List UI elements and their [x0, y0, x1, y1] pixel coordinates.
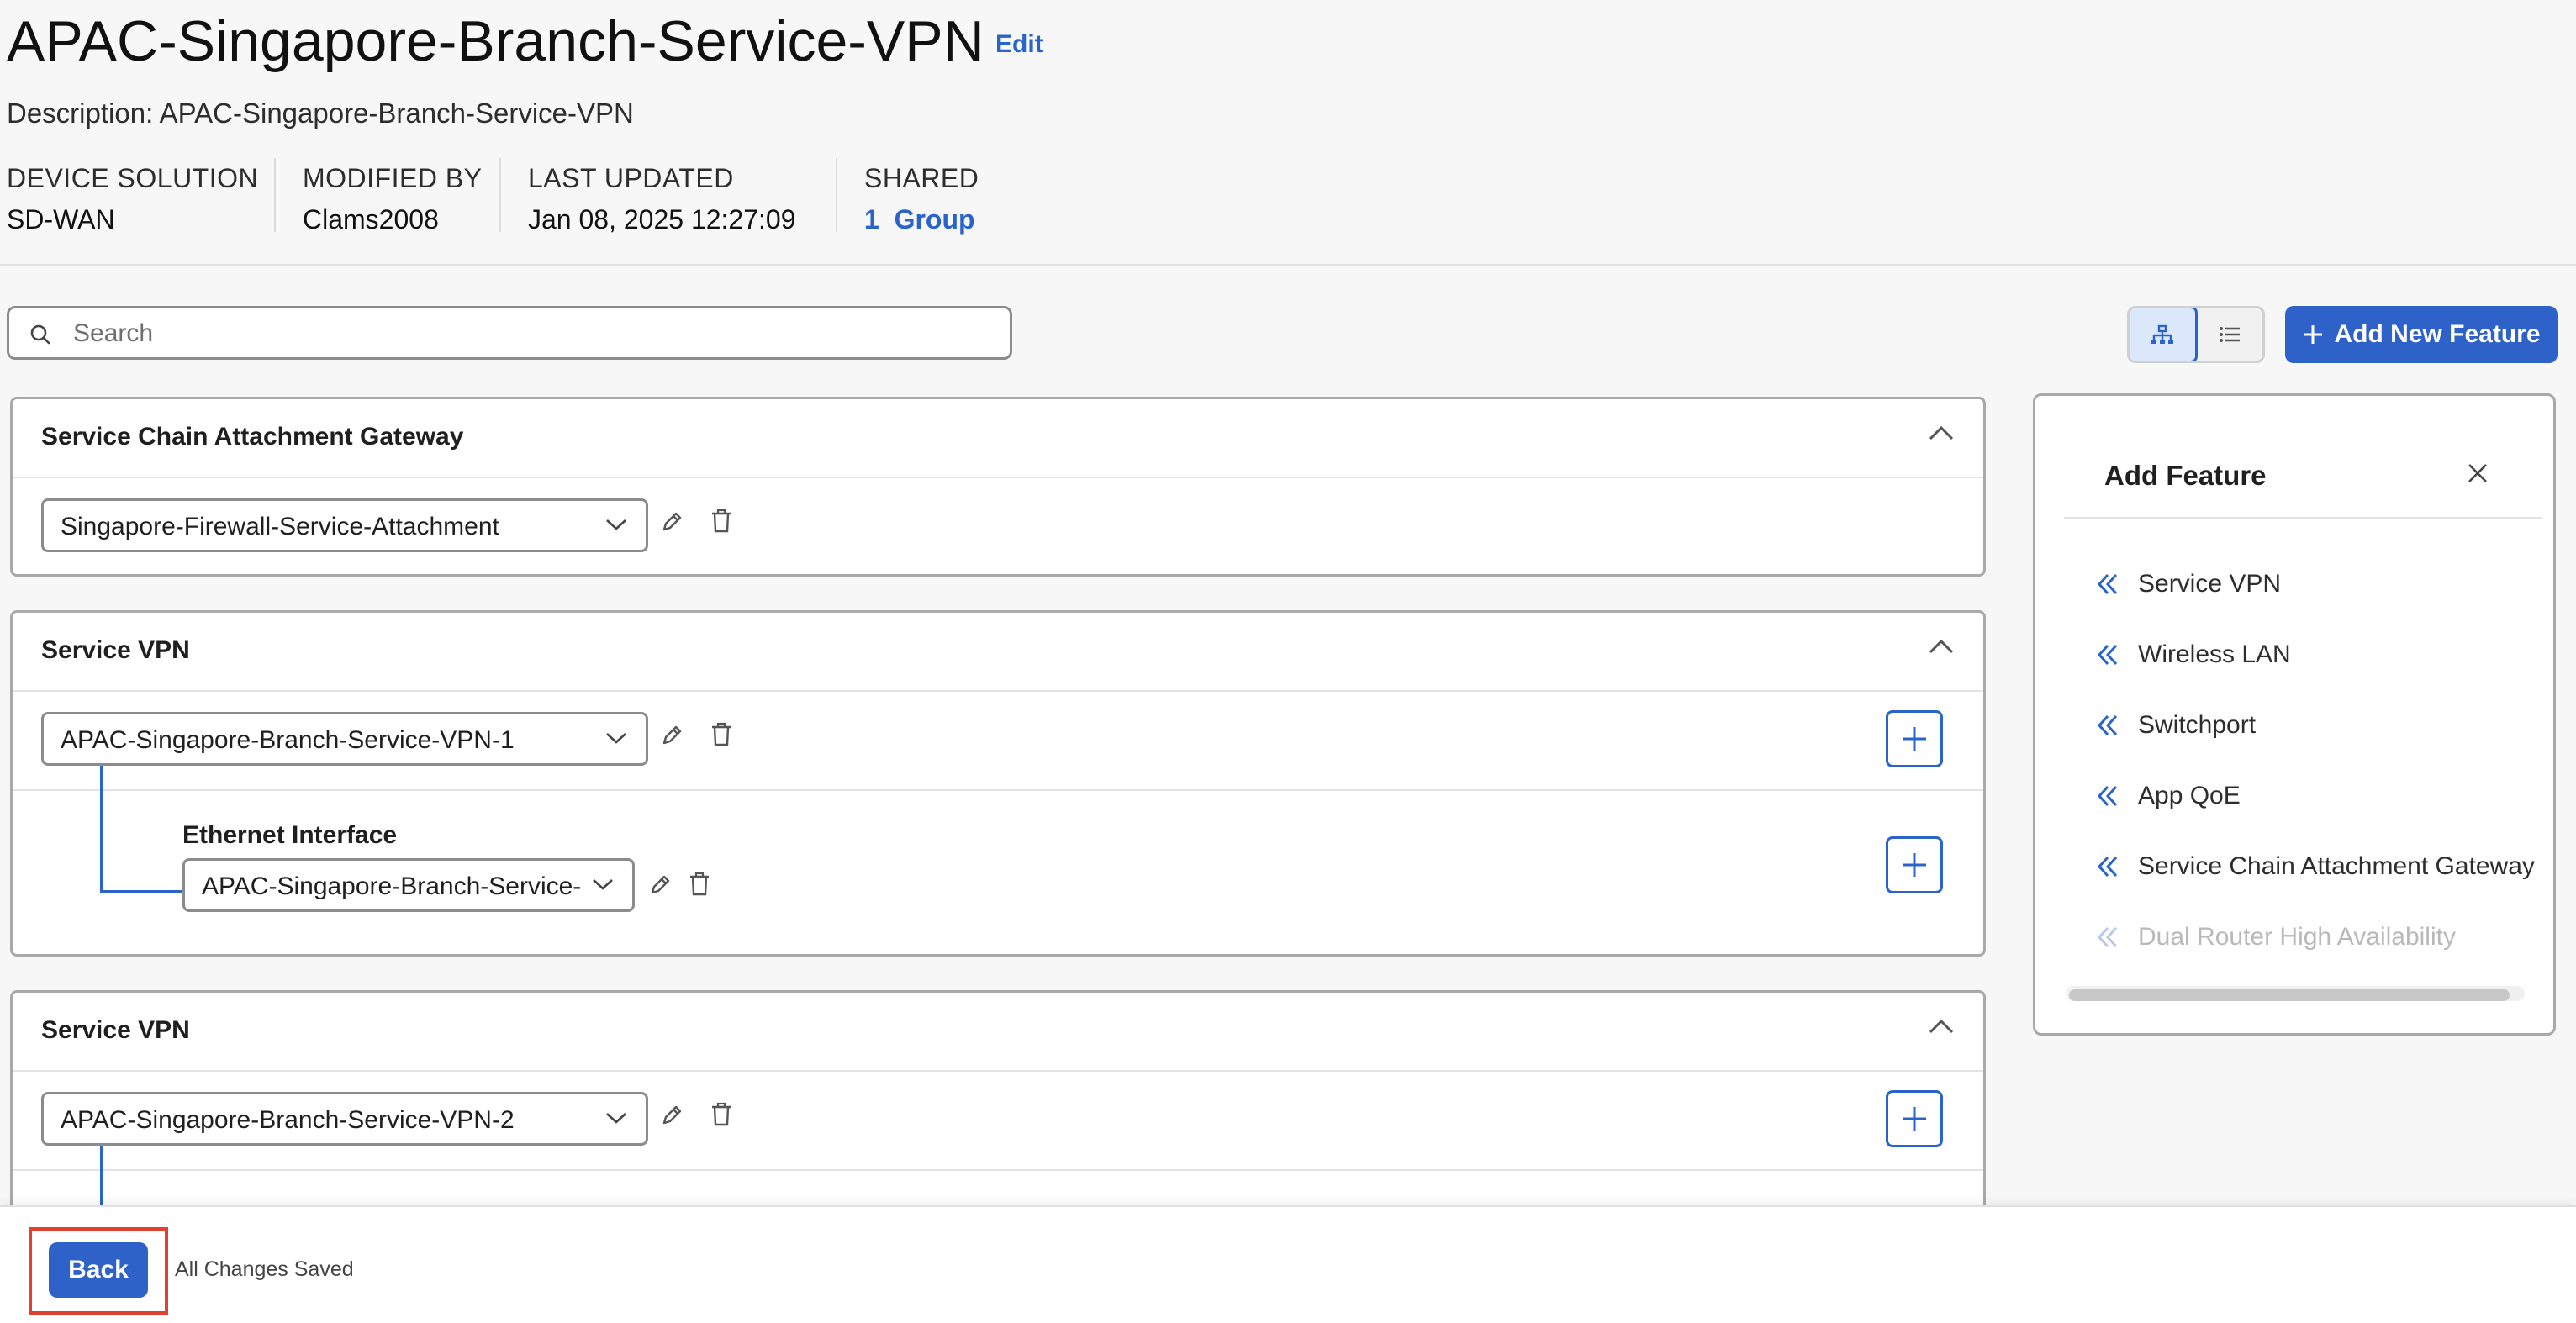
- section-title: Service VPN: [41, 636, 190, 664]
- row-divider: [13, 789, 1983, 791]
- shared-groups-link[interactable]: 1 Group: [864, 204, 975, 235]
- chevron-up-icon[interactable]: [1928, 638, 1955, 655]
- add-sub-feature-button[interactable]: [1886, 1090, 1943, 1147]
- service-vpn-select[interactable]: APAC-Singapore-Branch-Service-VPN-2: [41, 1092, 648, 1146]
- feature-item-label: Wireless LAN: [2138, 640, 2291, 668]
- ethernet-interface-title: Ethernet Interface: [182, 821, 398, 849]
- section-service-vpn-1: Service VPN APAC-Singapore-Branch-Servic…: [10, 610, 1986, 957]
- view-toggle: [2127, 306, 2265, 363]
- hierarchy-icon: [2151, 324, 2174, 345]
- section-header[interactable]: Service Chain Attachment Gateway: [13, 399, 1983, 478]
- horizontal-scrollbar-thumb[interactable]: [2069, 989, 2510, 1001]
- chevron-down-icon: [605, 1111, 627, 1125]
- add-new-feature-label: Add New Feature: [2334, 320, 2541, 348]
- feature-item-app-qoe[interactable]: App QoE: [2096, 777, 2241, 814]
- feature-item-label: Service Chain Attachment Gateway: [2138, 852, 2535, 880]
- edit-link[interactable]: Edit: [995, 30, 1043, 59]
- feature-item-service-vpn[interactable]: Service VPN: [2096, 566, 2281, 603]
- select-value: Singapore-Firewall-Service-Attachment: [61, 513, 499, 540]
- feature-item-label: Switchport: [2138, 711, 2257, 739]
- shared-meta: SHARED 1 Group: [864, 163, 979, 235]
- tree-view-button[interactable]: [2130, 308, 2198, 361]
- trash-icon[interactable]: [689, 872, 710, 897]
- section-title: Service Chain Attachment Gateway: [41, 423, 464, 451]
- page-title: APAC-Singapore-Branch-Service-VPN: [7, 9, 984, 73]
- device-solution-label: DEVICE SOLUTION: [7, 163, 259, 193]
- modified-by-value: Clams2008: [303, 204, 439, 235]
- feature-item-label: App QoE: [2138, 782, 2241, 809]
- chevron-down-icon: [605, 731, 627, 745]
- meta-divider: [836, 158, 837, 232]
- section-header[interactable]: Service VPN: [13, 993, 1983, 1072]
- double-chevron-left-icon: [2096, 925, 2121, 950]
- trash-icon[interactable]: [710, 722, 732, 747]
- bottom-action-bar: Back All Changes Saved: [0, 1205, 2576, 1323]
- device-solution-meta: DEVICE SOLUTION SD-WAN: [7, 163, 258, 235]
- feature-item-wireless-lan[interactable]: Wireless LAN: [2096, 636, 2291, 673]
- device-solution-value: SD-WAN: [7, 204, 115, 235]
- panel-divider: [2064, 517, 2542, 519]
- double-chevron-left-icon: [2096, 572, 2121, 597]
- plus-icon: [2302, 324, 2324, 345]
- meta-divider: [274, 158, 276, 232]
- last-updated-label: LAST UPDATED: [528, 163, 734, 193]
- add-feature-panel: Add Feature Service VPN Wireless LAN Swi…: [2033, 393, 2556, 1036]
- modified-by-meta: MODIFIED BY Clams2008: [303, 163, 483, 235]
- panel-title: Add Feature: [2104, 460, 2267, 491]
- tree-connector: [100, 766, 103, 893]
- trash-icon[interactable]: [710, 1102, 732, 1127]
- tree-connector: [100, 890, 187, 893]
- search-input[interactable]: [71, 315, 1000, 352]
- edit-pencil-icon[interactable]: [660, 724, 684, 747]
- select-value: APAC-Singapore-Branch-Service-: [202, 872, 582, 900]
- section-service-chain-attachment-gateway: Service Chain Attachment Gateway Singapo…: [10, 397, 1986, 577]
- select-value: APAC-Singapore-Branch-Service-VPN-2: [61, 1106, 515, 1134]
- last-updated-meta: LAST UPDATED Jan 08, 2025 12:27:09: [528, 163, 796, 235]
- back-button[interactable]: Back: [49, 1242, 148, 1298]
- double-chevron-left-icon: [2096, 854, 2121, 879]
- add-sub-feature-button[interactable]: [1886, 836, 1943, 893]
- header-divider: [0, 264, 2576, 266]
- service-vpn-select[interactable]: APAC-Singapore-Branch-Service-VPN-1: [41, 712, 648, 766]
- chevron-up-icon[interactable]: [1928, 424, 1955, 441]
- feature-item-service-chain-attachment-gateway[interactable]: Service Chain Attachment Gateway: [2096, 848, 2535, 885]
- add-new-feature-button[interactable]: Add New Feature: [2285, 306, 2558, 363]
- section-header[interactable]: Service VPN: [13, 613, 1983, 692]
- feature-item-label: Service VPN: [2138, 570, 2282, 598]
- shared-label: SHARED: [864, 163, 979, 193]
- search-box[interactable]: [7, 306, 1012, 360]
- list-icon: [2219, 325, 2241, 344]
- edit-pencil-icon[interactable]: [660, 1104, 684, 1127]
- edit-pencil-icon[interactable]: [660, 510, 684, 534]
- meta-divider: [499, 158, 501, 232]
- service-chain-attachment-select[interactable]: Singapore-Firewall-Service-Attachment: [41, 498, 648, 552]
- last-updated-value: Jan 08, 2025 12:27:09: [528, 204, 796, 235]
- double-chevron-left-icon: [2096, 713, 2121, 738]
- feature-item-dual-router-high-availability: Dual Router High Availability: [2096, 919, 2456, 956]
- feature-item-label: Dual Router High Availability: [2138, 923, 2456, 951]
- ethernet-interface-select[interactable]: APAC-Singapore-Branch-Service-: [182, 858, 635, 912]
- plus-icon: [1900, 1104, 1929, 1133]
- save-status: All Changes Saved: [175, 1257, 354, 1281]
- page-description: Description: APAC-Singapore-Branch-Servi…: [7, 98, 634, 129]
- plus-icon: [1900, 851, 1929, 879]
- double-chevron-left-icon: [2096, 783, 2121, 809]
- edit-pencil-icon[interactable]: [648, 873, 672, 897]
- close-icon[interactable]: [2466, 461, 2489, 485]
- row-divider: [13, 1169, 1983, 1171]
- list-view-button[interactable]: [2198, 308, 2263, 361]
- select-value: APAC-Singapore-Branch-Service-VPN-1: [61, 726, 515, 754]
- section-title: Service VPN: [41, 1016, 190, 1044]
- feature-item-switchport[interactable]: Switchport: [2096, 707, 2256, 744]
- plus-icon: [1900, 725, 1929, 753]
- chevron-up-icon[interactable]: [1928, 1018, 1955, 1035]
- chevron-down-icon: [592, 878, 614, 891]
- double-chevron-left-icon: [2096, 642, 2121, 667]
- add-sub-feature-button[interactable]: [1886, 710, 1943, 767]
- chevron-down-icon: [605, 518, 627, 531]
- section-service-vpn-2: Service VPN APAC-Singapore-Branch-Servic…: [10, 990, 1986, 1247]
- modified-by-label: MODIFIED BY: [303, 163, 483, 193]
- search-icon: [29, 324, 51, 345]
- trash-icon[interactable]: [710, 509, 732, 534]
